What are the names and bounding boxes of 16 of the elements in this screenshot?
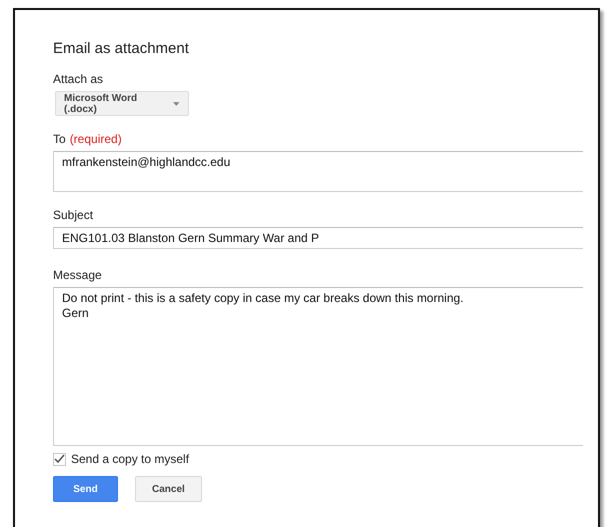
send-button[interactable]: Send — [53, 476, 118, 502]
checkmark-icon — [54, 454, 65, 464]
attach-as-label: Attach as — [53, 72, 104, 86]
checkbox-label: Send a copy to myself — [71, 452, 190, 466]
dialog-title: Email as attachment — [53, 40, 189, 57]
format-dropdown[interactable]: Microsoft Word (.docx) — [55, 91, 189, 116]
to-label: To — [53, 132, 66, 146]
message-label: Message — [53, 268, 102, 282]
cancel-button[interactable]: Cancel — [135, 476, 202, 502]
checkbox[interactable] — [53, 452, 66, 466]
caret-icon — [173, 102, 180, 106]
subject-label: Subject — [53, 208, 94, 222]
message-field[interactable]: Do not print - this is a safety copy in case my car breaks down this morning. Gern — [53, 287, 583, 446]
required-note: (required) — [70, 132, 122, 146]
to-field[interactable]: mfrankenstein@highlandcc.edu — [53, 151, 583, 192]
subject-field[interactable]: ENG101.03 Blanston Gern Summary War and P — [53, 227, 583, 249]
